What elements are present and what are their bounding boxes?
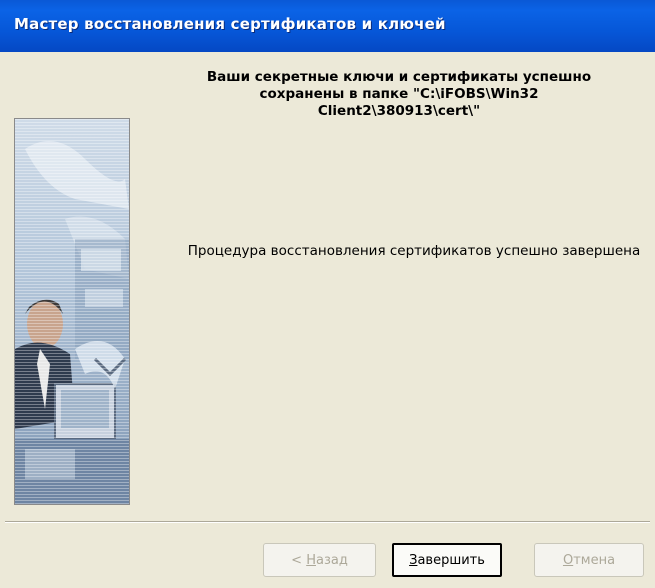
back-button[interactable]: < Назад xyxy=(263,543,376,577)
window-title: Мастер восстановления сертификатов и клю… xyxy=(14,15,446,33)
finish-button-mnemonic: З xyxy=(409,552,418,568)
cancel-button-mnemonic: О xyxy=(562,552,574,568)
cancel-button[interactable]: Отмена xyxy=(534,543,644,577)
wizard-side-image xyxy=(14,118,130,505)
success-heading: Ваши секретные ключи и сертификаты успеш… xyxy=(206,69,592,119)
back-button-prefix: < xyxy=(291,552,307,568)
back-button-label: азад xyxy=(315,552,348,568)
back-button-mnemonic: Н xyxy=(306,552,316,568)
button-separator xyxy=(5,521,650,523)
wizard-dialog: Мастер восстановления сертификатов и клю… xyxy=(0,0,655,588)
cancel-button-label: тмена xyxy=(573,552,616,568)
finish-button-label: авершить xyxy=(417,552,485,568)
finish-button[interactable]: Завершить xyxy=(392,543,502,577)
success-message: Процедура восстановления сертификатов ус… xyxy=(187,243,641,259)
title-bar[interactable]: Мастер восстановления сертификатов и клю… xyxy=(0,0,655,52)
